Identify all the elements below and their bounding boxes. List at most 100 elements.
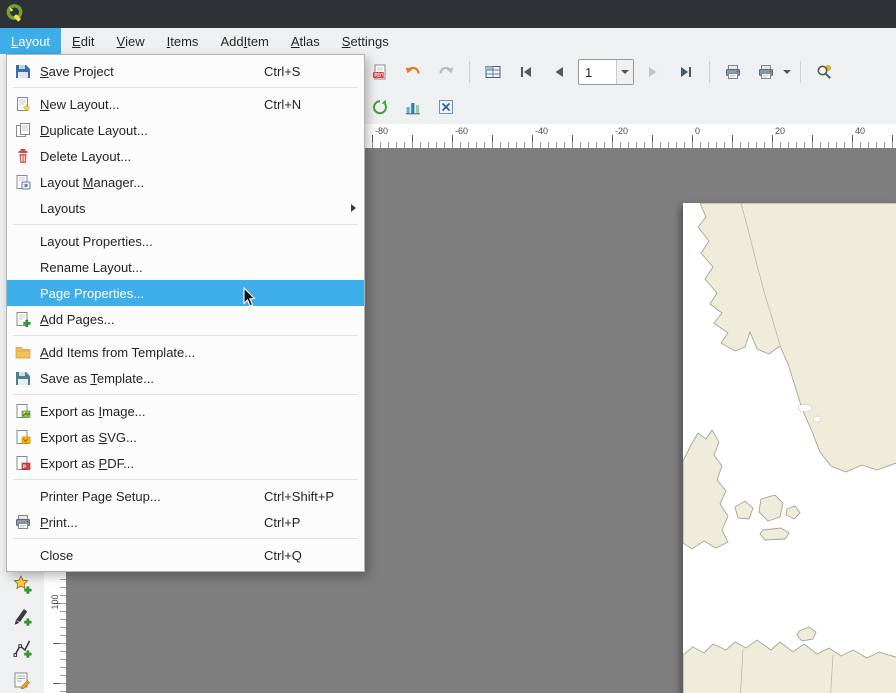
menu-item-label: Page Properties... bbox=[40, 286, 264, 301]
add-node-item-button[interactable] bbox=[8, 602, 36, 630]
menu-item-label: Delete Layout... bbox=[40, 149, 264, 164]
save-icon bbox=[11, 62, 35, 80]
print-layout-button[interactable] bbox=[752, 58, 780, 86]
menu-item-icon-empty bbox=[11, 546, 35, 564]
delete-layout-icon bbox=[11, 147, 35, 165]
menu-item-label: Rename Layout... bbox=[40, 260, 264, 275]
menu-item-label: Add Items from Template... bbox=[40, 345, 264, 360]
folder-icon bbox=[11, 343, 35, 361]
save-template-icon bbox=[11, 369, 35, 387]
duplicate-layout-icon bbox=[11, 121, 35, 139]
first-feature-button[interactable] bbox=[512, 58, 540, 86]
menu-item-layouts[interactable]: Layouts bbox=[7, 195, 364, 221]
export-atlas-button[interactable] bbox=[810, 58, 838, 86]
layout-menu-popup: Save ProjectCtrl+SNew Layout...Ctrl+NDup… bbox=[6, 54, 365, 572]
menu-item-export-as-svg[interactable]: Export as SVG... bbox=[7, 424, 364, 450]
menubar-item-add-item[interactable]: Add Item bbox=[209, 28, 279, 54]
qgis-logo-icon bbox=[5, 3, 25, 26]
print-atlas-button[interactable] bbox=[719, 58, 747, 86]
menu-item-icon-empty bbox=[11, 258, 35, 276]
menu-item-shortcut: Ctrl+Q bbox=[264, 548, 356, 563]
menu-item-duplicate-layout[interactable]: Duplicate Layout... bbox=[7, 117, 364, 143]
menubar-item-edit[interactable]: Edit bbox=[61, 28, 105, 54]
menu-item-rename-layout[interactable]: Rename Layout... bbox=[7, 254, 364, 280]
menu-item-shortcut: Ctrl+P bbox=[264, 515, 356, 530]
menu-item-layout-properties[interactable]: Layout Properties... bbox=[7, 228, 364, 254]
menu-item-icon-empty bbox=[11, 487, 35, 505]
add-notes-button[interactable] bbox=[8, 666, 36, 693]
menu-separator bbox=[13, 224, 358, 225]
menu-item-print[interactable]: Print...Ctrl+P bbox=[7, 509, 364, 535]
menu-separator bbox=[13, 335, 358, 336]
scale-button[interactable] bbox=[432, 93, 460, 121]
ruler-tick-label: 0 bbox=[695, 126, 700, 136]
menu-item-add-pages[interactable]: Add Pages... bbox=[7, 306, 364, 332]
toolbar-separator bbox=[709, 61, 710, 83]
refresh-view-button[interactable] bbox=[366, 93, 394, 121]
menu-item-export-as-image[interactable]: Export as Image... bbox=[7, 398, 364, 424]
qgis-layout-window: LayoutEditViewItemsAdd ItemAtlasSettings… bbox=[0, 0, 896, 693]
menu-item-icon-empty bbox=[11, 199, 35, 217]
atlas-page-combo[interactable]: 1 bbox=[578, 59, 634, 85]
menu-item-add-items-from-template[interactable]: Add Items from Template... bbox=[7, 339, 364, 365]
menu-item-label: Save as Template... bbox=[40, 371, 264, 386]
menu-item-shortcut: Ctrl+N bbox=[264, 97, 356, 112]
add-pages-icon bbox=[11, 310, 35, 328]
add-arrow-button[interactable] bbox=[8, 634, 36, 662]
menu-item-delete-layout[interactable]: Delete Layout... bbox=[7, 143, 364, 169]
last-feature-button[interactable] bbox=[672, 58, 700, 86]
menu-item-close[interactable]: CloseCtrl+Q bbox=[7, 542, 364, 568]
ruler-tick-label: 100 bbox=[50, 591, 60, 613]
menu-item-export-as-pdf[interactable]: Export as PDF... bbox=[7, 450, 364, 476]
menu-item-icon-empty bbox=[11, 232, 35, 250]
menu-item-layout-manager[interactable]: Layout Manager... bbox=[7, 169, 364, 195]
menubar-item-layout[interactable]: Layout bbox=[0, 28, 61, 54]
menu-item-shortcut: Ctrl+Shift+P bbox=[264, 489, 356, 504]
menubar-item-settings[interactable]: Settings bbox=[331, 28, 400, 54]
atlas-preview-button[interactable] bbox=[479, 58, 507, 86]
ruler-tick-label: 20 bbox=[775, 126, 785, 136]
ruler-tick-label: -80 bbox=[375, 126, 388, 136]
menu-item-label: Printer Page Setup... bbox=[40, 489, 264, 504]
toolbar-separator bbox=[469, 61, 470, 83]
redo-button[interactable] bbox=[432, 58, 460, 86]
menu-item-save-project[interactable]: Save ProjectCtrl+S bbox=[7, 58, 364, 84]
export-pdf-button[interactable] bbox=[366, 58, 394, 86]
print-icon bbox=[11, 513, 35, 531]
menu-item-label: Layout Manager... bbox=[40, 175, 264, 190]
titlebar bbox=[0, 0, 896, 28]
menubar-item-view[interactable]: View bbox=[105, 28, 155, 54]
dropdown-arrow-icon[interactable] bbox=[783, 70, 791, 74]
next-feature-button[interactable] bbox=[639, 58, 667, 86]
undo-button[interactable] bbox=[399, 58, 427, 86]
menu-item-label: Add Pages... bbox=[40, 312, 264, 327]
chevron-down-icon[interactable] bbox=[616, 60, 633, 84]
ruler-tick-label: -20 bbox=[615, 126, 628, 136]
menubar: LayoutEditViewItemsAdd ItemAtlasSettings bbox=[0, 28, 896, 55]
menu-item-label: Save Project bbox=[40, 64, 264, 79]
menu-item-label: Export as Image... bbox=[40, 404, 264, 419]
statistics-button[interactable] bbox=[399, 93, 427, 121]
previous-feature-button[interactable] bbox=[545, 58, 573, 86]
layout-page[interactable] bbox=[683, 203, 896, 693]
ruler-tick-label: 40 bbox=[855, 126, 865, 136]
menu-item-label: Export as SVG... bbox=[40, 430, 264, 445]
menu-item-save-as-template[interactable]: Save as Template... bbox=[7, 365, 364, 391]
export-svg-icon bbox=[11, 428, 35, 446]
menu-item-printer-page-setup[interactable]: Printer Page Setup...Ctrl+Shift+P bbox=[7, 483, 364, 509]
layout-manager-icon bbox=[11, 173, 35, 191]
toolbar-separator bbox=[800, 61, 801, 83]
menu-item-label: New Layout... bbox=[40, 97, 264, 112]
add-marker-button[interactable] bbox=[8, 570, 36, 598]
menu-item-new-layout[interactable]: New Layout...Ctrl+N bbox=[7, 91, 364, 117]
menu-separator bbox=[13, 538, 358, 539]
menu-item-label: Layout Properties... bbox=[40, 234, 264, 249]
menu-item-label: Export as PDF... bbox=[40, 456, 264, 471]
menu-item-label: Duplicate Layout... bbox=[40, 123, 264, 138]
submenu-arrow-icon bbox=[351, 204, 356, 212]
menu-item-shortcut: Ctrl+S bbox=[264, 64, 356, 79]
menubar-item-items[interactable]: Items bbox=[156, 28, 210, 54]
menu-item-page-properties[interactable]: Page Properties... bbox=[7, 280, 364, 306]
menubar-item-atlas[interactable]: Atlas bbox=[280, 28, 331, 54]
new-layout-icon bbox=[11, 95, 35, 113]
